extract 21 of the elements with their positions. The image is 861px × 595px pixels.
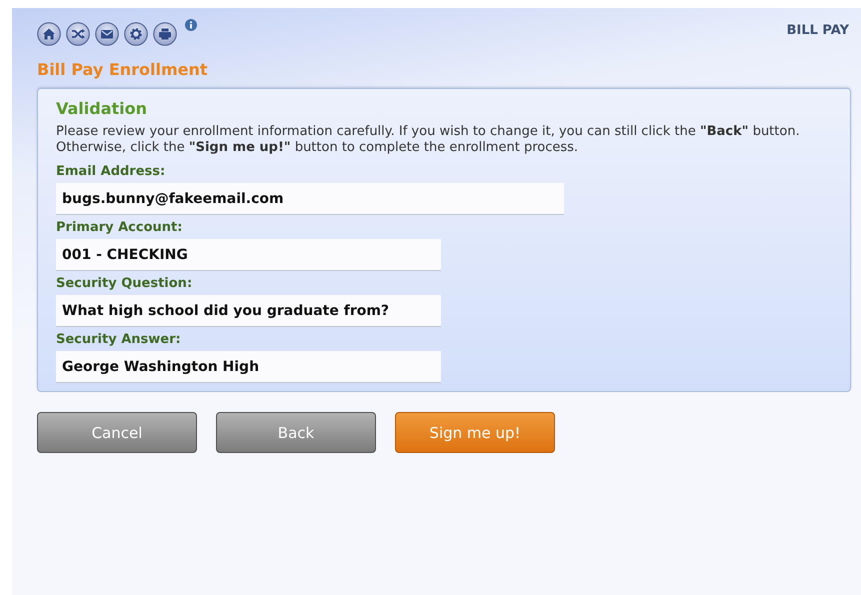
action-button[interactable]: Back <box>216 412 376 453</box>
field-label: Primary Account: <box>56 220 184 235</box>
submit-button[interactable]: Sign me up! <box>395 412 555 453</box>
settings-icon[interactable] <box>124 22 148 46</box>
mail-icon[interactable] <box>95 22 119 46</box>
page-title: Bill Pay Enrollment <box>37 60 209 79</box>
value-field: What high school did you graduate from? <box>56 295 441 327</box>
section-label: BILL PAY <box>786 23 849 38</box>
field-label: Email Address: <box>56 164 166 179</box>
value-field: George Washington High <box>56 351 441 383</box>
value-field: bugs.bunny@fakeemail.com <box>56 183 564 215</box>
field-label: Security Question: <box>56 276 194 291</box>
shuffle-icon[interactable] <box>66 22 90 46</box>
home-icon[interactable] <box>37 22 61 46</box>
action-button[interactable]: Cancel <box>37 412 197 453</box>
value-field: 001 - CHECKING <box>56 239 441 271</box>
info-icon[interactable] <box>185 19 197 31</box>
field-label: Security Answer: <box>56 332 182 347</box>
section-heading: Validation <box>56 99 148 118</box>
instructions-text: Please review your enrollment information carefully. If you wish to change it, you can still click the "Back" button. Otherwise, click the "Sign me up!" button to complete the enrollment process. <box>56 124 801 156</box>
printer-icon[interactable] <box>153 22 177 46</box>
